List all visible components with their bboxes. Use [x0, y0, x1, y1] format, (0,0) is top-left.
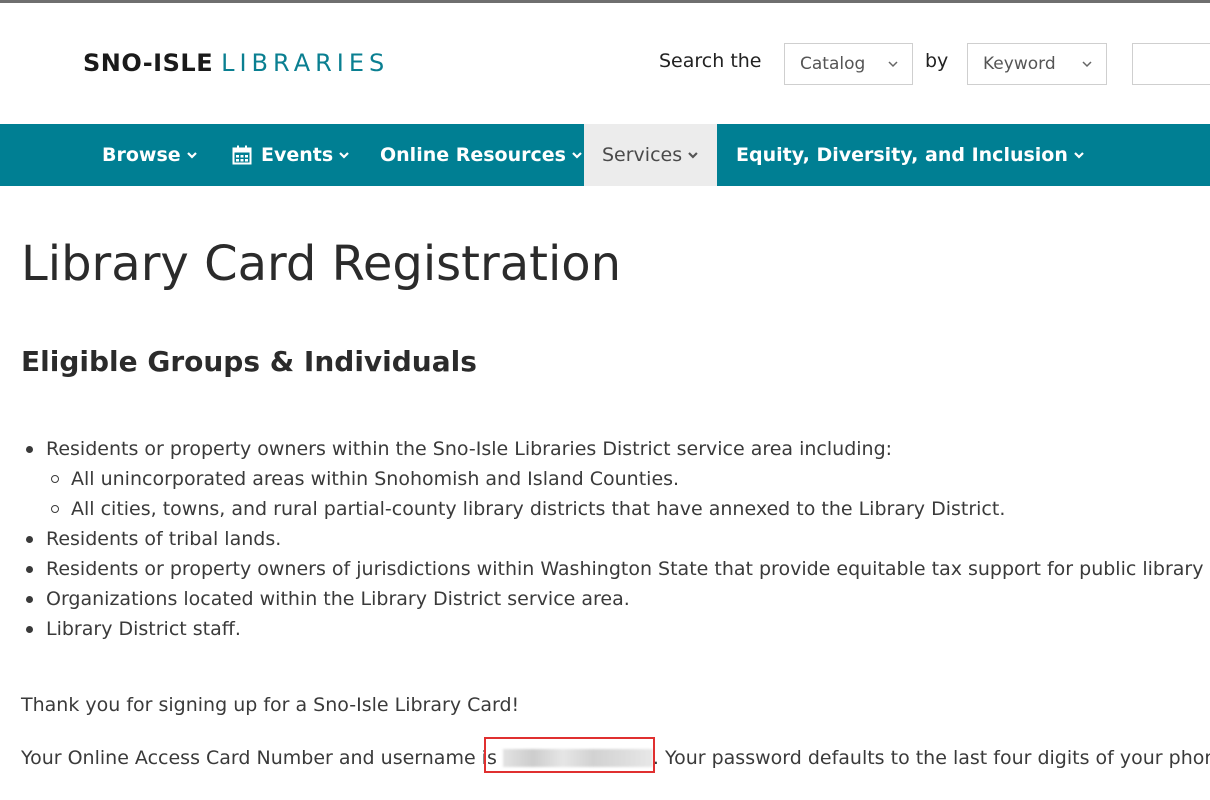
chevron-down-icon: [339, 152, 349, 159]
logo-text-bold: SNO-ISLE: [83, 49, 214, 77]
nav-item-events[interactable]: Events: [232, 124, 350, 186]
nav-item-equity-diversity-inclusion[interactable]: Equity, Diversity, and Inclusion: [736, 124, 1085, 186]
nav-item-label: Events: [261, 144, 334, 166]
site-logo[interactable]: SNO-ISLE LIBRARIES: [83, 48, 389, 78]
nav-item-label: Browse: [102, 144, 181, 166]
nav-item-services[interactable]: Services: [584, 124, 717, 186]
list-item-text: All unincorporated areas within Snohomis…: [71, 468, 680, 490]
circle-bullet-icon: [51, 505, 59, 513]
bullet-icon: [26, 626, 33, 633]
thank-you-message: Thank you for signing up for a Sno-Isle …: [21, 694, 520, 716]
list-item-text: Library District staff.: [46, 618, 241, 640]
nav-item-label: Services: [602, 144, 683, 166]
card-number-prefix: Your Online Access Card Number and usern…: [21, 747, 497, 769]
bullet-icon: [26, 536, 33, 543]
bullet-icon: [26, 566, 33, 573]
bullet-icon: [26, 596, 33, 603]
chevron-down-icon: [888, 61, 898, 68]
search-input[interactable]: [1132, 43, 1210, 85]
logo-text-light: LIBRARIES: [221, 49, 390, 77]
main-nav: Browse Events Online Resources Services …: [0, 124, 1210, 186]
list-item-text: All cities, towns, and rural partial-cou…: [71, 498, 1006, 520]
keyword-select-value: Keyword: [983, 54, 1056, 74]
nav-item-label: Equity, Diversity, and Inclusion: [736, 144, 1068, 166]
catalog-select-value: Catalog: [800, 54, 866, 74]
list-item: Residents of tribal lands.: [21, 524, 1210, 554]
list-item-text: Residents or property owners of jurisdic…: [46, 558, 1210, 580]
section-title: Eligible Groups & Individuals: [21, 345, 477, 378]
nav-item-label: Online Resources: [380, 144, 566, 166]
list-item: Organizations located within the Library…: [21, 584, 1210, 614]
list-item: Residents or property owners of jurisdic…: [21, 554, 1210, 584]
nav-item-online-resources[interactable]: Online Resources: [380, 124, 583, 186]
list-item-text: Residents of tribal lands.: [46, 528, 282, 550]
list-item: Residents or property owners within the …: [21, 434, 1210, 464]
top-border: [0, 0, 1210, 3]
chevron-down-icon: [688, 152, 698, 159]
card-number-suffix: . Your password defaults to the last fou…: [652, 747, 1210, 769]
by-label: by: [925, 50, 949, 72]
catalog-select[interactable]: Catalog: [784, 43, 913, 85]
list-item-text: Residents or property owners within the …: [46, 438, 893, 460]
eligibility-list: Residents or property owners within the …: [21, 434, 1210, 644]
chevron-down-icon: [572, 152, 582, 159]
keyword-select[interactable]: Keyword: [967, 43, 1107, 85]
list-item-text: Organizations located within the Library…: [46, 588, 630, 610]
list-item: All unincorporated areas within Snohomis…: [21, 464, 1210, 494]
circle-bullet-icon: [51, 475, 59, 483]
list-item: All cities, towns, and rural partial-cou…: [21, 494, 1210, 524]
nav-item-browse[interactable]: Browse: [102, 124, 198, 186]
page-title: Library Card Registration: [21, 236, 622, 292]
list-item: Library District staff.: [21, 614, 1210, 644]
chevron-down-icon: [1074, 152, 1084, 159]
chevron-down-icon: [186, 152, 197, 159]
highlight-box: [484, 737, 655, 773]
bullet-icon: [26, 446, 33, 453]
chevron-down-icon: [1082, 61, 1092, 68]
search-label: Search the: [659, 50, 762, 72]
calendar-icon: [232, 145, 252, 165]
